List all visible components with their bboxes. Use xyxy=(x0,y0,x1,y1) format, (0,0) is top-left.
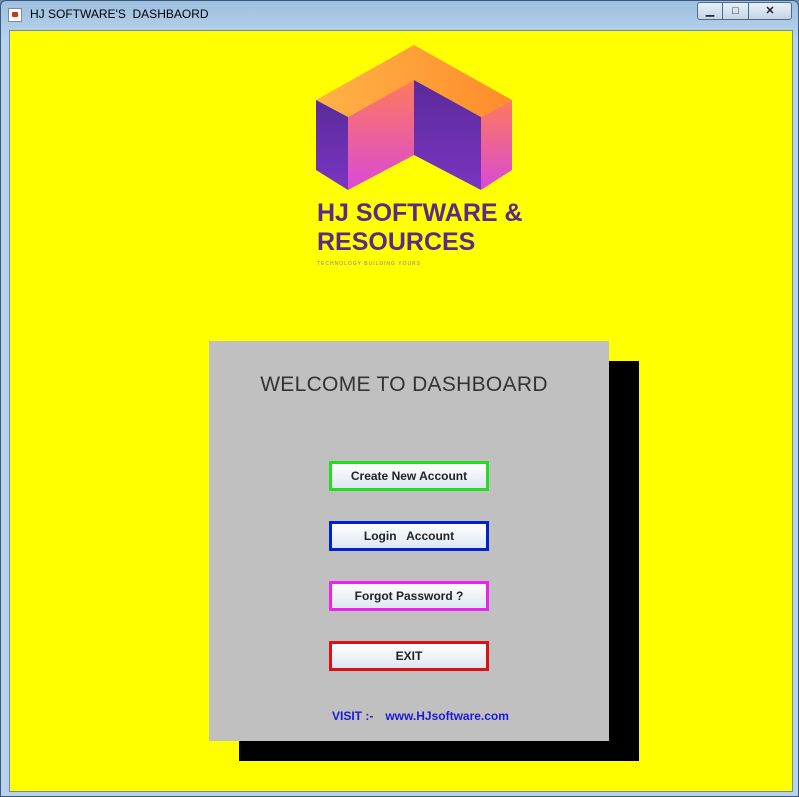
app-window: HJ SOFTWARE'S DASHBAORD ▁ □ ✕ HJ SOFTWAR… xyxy=(0,0,799,797)
create-account-button[interactable]: Create New Account xyxy=(329,461,489,491)
title-bar[interactable]: HJ SOFTWARE'S DASHBAORD ▁ □ ✕ xyxy=(1,1,798,29)
company-tagline: TECHNOLOGY BUILDING YOURS xyxy=(317,261,421,267)
company-name-line1: HJ SOFTWARE & xyxy=(317,199,523,227)
maximize-button[interactable]: □ xyxy=(723,2,749,20)
company-logo-icon xyxy=(316,45,512,190)
visit-line: VISIT :- www.HJsoftware.com xyxy=(332,709,509,723)
window-title: HJ SOFTWARE'S DASHBAORD xyxy=(30,7,209,21)
welcome-heading: WELCOME TO DASHBOARD xyxy=(260,373,548,396)
exit-button[interactable]: EXIT xyxy=(329,641,489,671)
minimize-button[interactable]: ▁ xyxy=(697,2,723,20)
company-name: HJ SOFTWARE & RESOURCES xyxy=(317,199,577,257)
forgot-password-button[interactable]: Forgot Password ? xyxy=(329,581,489,611)
website-link[interactable]: www.HJsoftware.com xyxy=(385,709,509,723)
visit-label: VISIT :- xyxy=(332,709,374,723)
welcome-panel: WELCOME TO DASHBOARD Create New Account … xyxy=(209,341,609,741)
login-account-button[interactable]: Login Account xyxy=(329,521,489,551)
company-name-line2: RESOURCES xyxy=(317,228,476,256)
window-controls: ▁ □ ✕ xyxy=(697,2,792,21)
close-button[interactable]: ✕ xyxy=(749,2,792,20)
dashboard-content: HJ SOFTWARE & RESOURCES TECHNOLOGY BUILD… xyxy=(9,30,793,792)
app-icon xyxy=(8,8,22,22)
